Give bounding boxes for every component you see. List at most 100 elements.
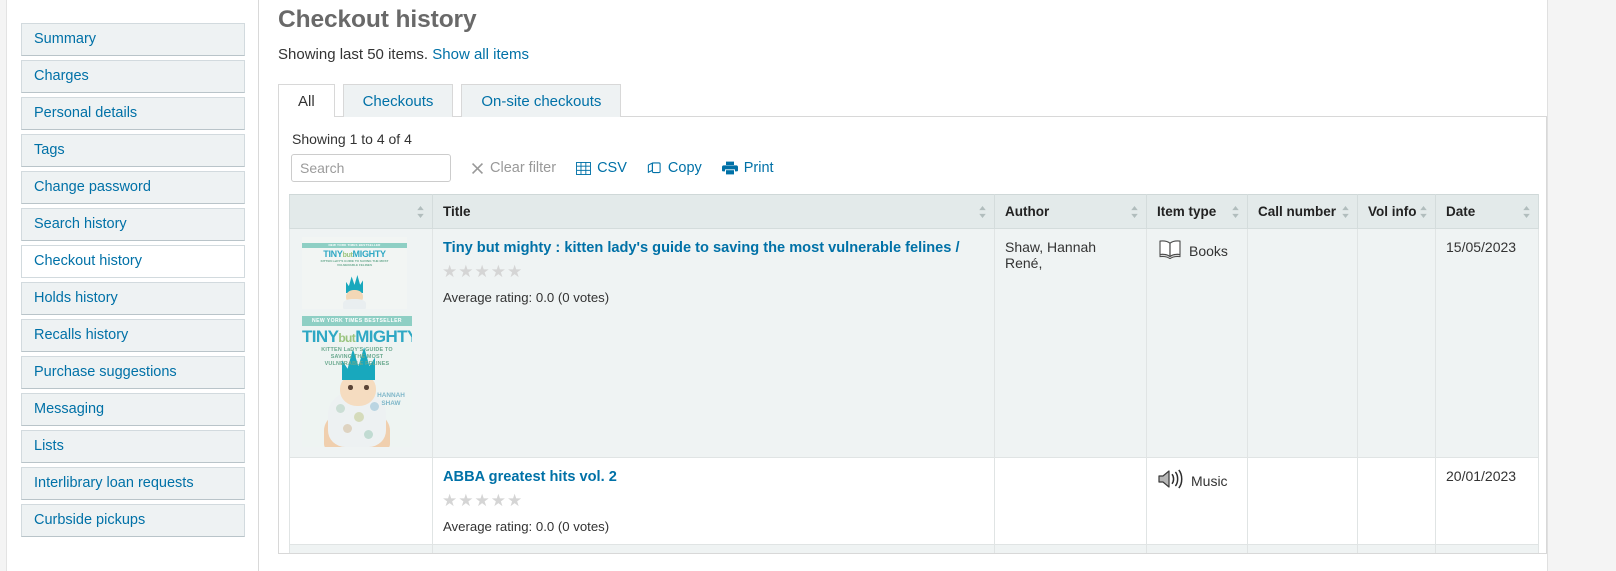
patron-sidebar-nav: Summary Charges Personal details Tags Ch… [8,0,259,571]
sidebar-item-purchase-suggestions[interactable]: Purchase suggestions [21,356,245,389]
copy-button[interactable]: Copy [647,160,702,176]
cover-dot-1 [336,404,345,413]
column-header-cover[interactable] [290,195,433,229]
cover-subtitle: KITTEN LaDY'S GUIDE TO SAVING THE MOST V… [302,347,412,367]
cover-kitten-eye-right [364,385,369,390]
column-header-call-number[interactable]: Call number [1248,195,1358,229]
column-label-vol-info: Vol info [1368,204,1417,219]
cover-title-2: MIGHTY [355,327,412,346]
cover-dot-5 [364,430,373,439]
cover-author-line-1: HANNAH [374,392,408,400]
cover-kitten-eye-left [348,385,353,390]
checkout-history-table: Title Author Item type Call number [289,194,1539,554]
showing-last-items-text: Showing last 50 items. [278,46,428,63]
cover-title-but: but [338,331,355,345]
cover-thumb-banner: NEW YORK TIMES BESTSELLER [302,243,407,248]
rating-stars[interactable]: ★★★★★ [442,492,984,509]
sort-icon-vol-info [1419,205,1428,218]
table-header: Title Author Item type Call number [290,195,1539,229]
sidebar-item-charges[interactable]: Charges [21,60,245,93]
search-input[interactable] [291,154,451,182]
cell-title: Tiny but mighty : kitten lady's guide to… [433,229,995,458]
item-title-link[interactable]: ABBA greatest hits vol. 2 [443,468,984,486]
sort-icon-item-type [1231,205,1240,218]
cell-call-number [1248,458,1358,545]
checkout-history-tabs: All Checkouts On-site checkouts [278,83,1547,117]
column-label-title: Title [443,204,471,219]
csv-label: CSV [597,160,627,176]
sort-icon-call-number [1341,205,1350,218]
cell-vol-info [1358,229,1436,458]
printer-icon [722,161,738,175]
cell-title [433,545,995,554]
cover-thumb-subtitle: KITTEN LaDY'S GUIDE TO SAVING THE MOST V… [302,260,407,268]
sidebar-item-recalls-history[interactable]: Recalls history [21,319,245,352]
table-row[interactable]: NEW YORK TIMES BESTSELLER TINYbutMIGHTY … [290,229,1539,458]
sort-icon-date [1522,205,1531,218]
page-title: Checkout history [260,0,1547,34]
column-label-author: Author [1005,204,1049,219]
speaker-icon [1157,468,1185,493]
open-book-icon [1157,239,1183,262]
rating-stars[interactable]: ★★★★★ [442,263,984,280]
cover-author-line-2: SHAW [374,400,408,408]
cover-thumb-kitten-body [343,299,366,309]
sidebar-item-messaging[interactable]: Messaging [21,393,245,426]
cover-thumb-title: TINYbutMIGHTY [302,249,407,259]
cover-thumbnail[interactable]: NEW YORK TIMES BESTSELLER TINYbutMIGHTY … [302,237,407,309]
cell-date: 20/01/2023 [1436,458,1539,545]
sidebar-item-holds-history[interactable]: Holds history [21,282,245,315]
sidebar-item-summary[interactable]: Summary [21,23,245,56]
cell-date [1436,545,1539,554]
cell-title: ABBA greatest hits vol. 2 ★★★★★ Average … [433,458,995,545]
tab-checkouts[interactable]: Checkouts [343,84,454,118]
cover-dot-2 [354,412,364,422]
cover-thumb-title-but: but [343,252,353,259]
sidebar-item-tags[interactable]: Tags [21,134,245,167]
cell-vol-info [1358,545,1436,554]
table-row[interactable] [290,545,1539,554]
sidebar-item-lists[interactable]: Lists [21,430,245,463]
sidebar-items-list: Summary Charges Personal details Tags Ch… [8,0,258,537]
clear-filter-button[interactable]: Clear filter [471,160,556,176]
column-header-date[interactable]: Date [1436,195,1539,229]
print-label: Print [744,160,774,176]
average-rating-text: Average rating: 0.0 (0 votes) [443,290,984,305]
cell-cover [290,545,433,554]
tab-on-site-checkouts[interactable]: On-site checkouts [461,84,621,118]
sort-icon-title [978,205,987,218]
left-page-gutter [0,0,7,571]
sidebar-item-checkout-history[interactable]: Checkout history [21,245,245,278]
print-button[interactable]: Print [722,160,774,176]
show-all-items-link[interactable]: Show all items [432,46,529,63]
csv-export-button[interactable]: CSV [576,160,627,176]
clear-filter-icon [471,162,484,175]
sidebar-item-curbside-pickups[interactable]: Curbside pickups [21,504,245,537]
copy-label: Copy [668,160,702,176]
average-rating-text: Average rating: 0.0 (0 votes) [443,519,984,534]
column-header-item-type[interactable]: Item type [1147,195,1248,229]
cover-dot-4 [343,424,352,433]
table-row[interactable]: ABBA greatest hits vol. 2 ★★★★★ Average … [290,458,1539,545]
column-header-title[interactable]: Title [433,195,995,229]
column-header-author[interactable]: Author [995,195,1147,229]
item-title-link[interactable]: Tiny but mighty : kitten lady's guide to… [443,239,984,257]
sidebar-item-interlibrary-loan-requests[interactable]: Interlibrary loan requests [21,467,245,500]
sidebar-item-search-history[interactable]: Search history [21,208,245,241]
showing-range-label: Showing 1 to 4 of 4 [289,131,1536,153]
column-header-vol-info[interactable]: Vol info [1358,195,1436,229]
column-label-date: Date [1446,204,1475,219]
sort-icon-cover [416,205,425,218]
cover-title: TINYbutMIGHTY [302,328,412,345]
sidebar-item-change-password[interactable]: Change password [21,171,245,204]
showing-last-items-line: Showing last 50 items. Show all items [260,34,1547,63]
cover-image-large[interactable]: NEW YORK TIMES BESTSELLER TINYbutMIGHTY … [302,312,412,447]
clear-filter-label: Clear filter [490,160,556,176]
cover-art-wrapper: NEW YORK TIMES BESTSELLER TINYbutMIGHTY … [302,237,412,447]
cover-author: HANNAH SHAW [374,392,408,409]
item-type-wrapper: Music [1157,468,1237,493]
cell-item-type: Music [1147,458,1248,545]
sidebar-item-personal-details[interactable]: Personal details [21,97,245,130]
tab-panel-all: Showing 1 to 4 of 4 Clear filter [278,117,1547,554]
tab-all[interactable]: All [278,84,335,118]
